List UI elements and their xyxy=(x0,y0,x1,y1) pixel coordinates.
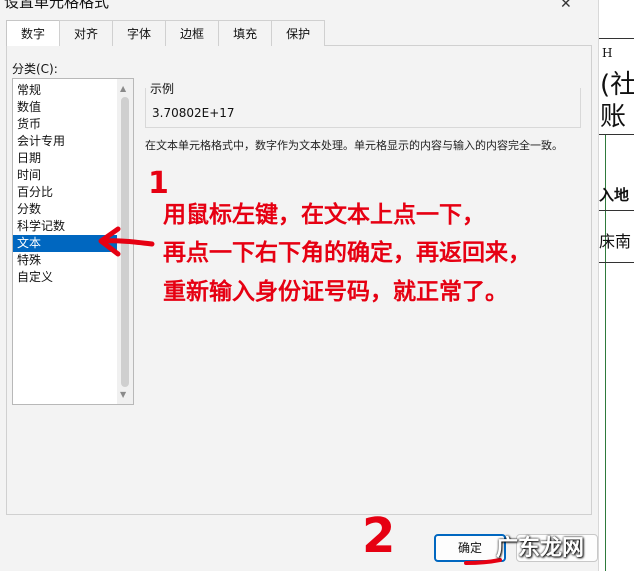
category-item-general[interactable]: 常规 xyxy=(13,82,119,99)
category-listbox[interactable]: 常规 数值 货币 会计专用 日期 时间 百分比 分数 科学记数 文本 特殊 自定… xyxy=(12,78,134,405)
category-item-currency[interactable]: 货币 xyxy=(13,116,119,133)
annotation-line-1: 用鼠标左键，在文本上点一下， xyxy=(163,202,485,228)
tab-protection[interactable]: 保护 xyxy=(271,20,326,46)
category-item-fraction[interactable]: 分数 xyxy=(13,201,119,218)
sheet-gridline xyxy=(599,262,634,263)
step-number-1: 1 xyxy=(148,166,169,201)
spreadsheet-background: H (社 账 入地 床南 xyxy=(598,0,634,571)
format-description: 在文本单元格格式中，数字作为文本处理。单元格显示的内容与输入的内容完全一致。 xyxy=(145,139,563,152)
tab-border[interactable]: 边框 xyxy=(165,20,220,46)
category-item-number[interactable]: 数值 xyxy=(13,99,119,116)
tab-strip: 数字 对齐 字体 边框 填充 保护 xyxy=(6,20,326,46)
category-list: 常规 数值 货币 会计专用 日期 时间 百分比 分数 科学记数 文本 特殊 自定… xyxy=(13,82,119,286)
sample-value: 3.70802E+17 xyxy=(152,106,235,120)
tab-alignment[interactable]: 对齐 xyxy=(59,20,114,46)
scroll-down-arrow-icon[interactable]: ▼ xyxy=(120,390,126,399)
dialog-titlebar: 设置单元格格式 ✕ xyxy=(0,0,598,14)
annotation-line-3: 重新输入身份证号码，就正常了。 xyxy=(163,279,508,305)
tab-font[interactable]: 字体 xyxy=(112,20,167,46)
sample-label: 示例 xyxy=(150,82,175,96)
column-header-h: H xyxy=(602,46,613,60)
category-item-date[interactable]: 日期 xyxy=(13,150,119,167)
category-item-special[interactable]: 特殊 xyxy=(13,252,119,269)
tab-fill[interactable]: 填充 xyxy=(218,20,273,46)
category-item-time[interactable]: 时间 xyxy=(13,167,119,184)
sheet-text: 账 xyxy=(600,102,627,132)
scroll-up-arrow-icon[interactable]: ▲ xyxy=(120,84,126,93)
close-icon[interactable]: ✕ xyxy=(560,0,572,12)
sheet-text: 床南 xyxy=(599,232,632,251)
category-label: 分类(C): xyxy=(12,62,58,76)
category-item-percentage[interactable]: 百分比 xyxy=(13,184,119,201)
sheet-gridline xyxy=(599,210,634,211)
sheet-text: 入地 xyxy=(599,186,630,204)
dialog-title: 设置单元格格式 xyxy=(4,0,110,11)
tab-number[interactable]: 数字 xyxy=(6,20,61,46)
category-item-accounting[interactable]: 会计专用 xyxy=(13,133,119,150)
category-item-scientific[interactable]: 科学记数 xyxy=(13,218,119,235)
sheet-gridline xyxy=(599,38,634,39)
scroll-thumb[interactable] xyxy=(121,97,129,387)
category-scrollbar[interactable]: ▲ ▼ xyxy=(117,79,133,404)
category-item-text[interactable]: 文本 xyxy=(13,235,119,252)
step-number-2: 2 xyxy=(362,508,396,564)
category-item-custom[interactable]: 自定义 xyxy=(13,269,119,286)
annotation-line-2: 再点一下右下角的确定，再返回来， xyxy=(163,240,531,266)
watermark-text: 广东龙网 xyxy=(496,536,585,561)
